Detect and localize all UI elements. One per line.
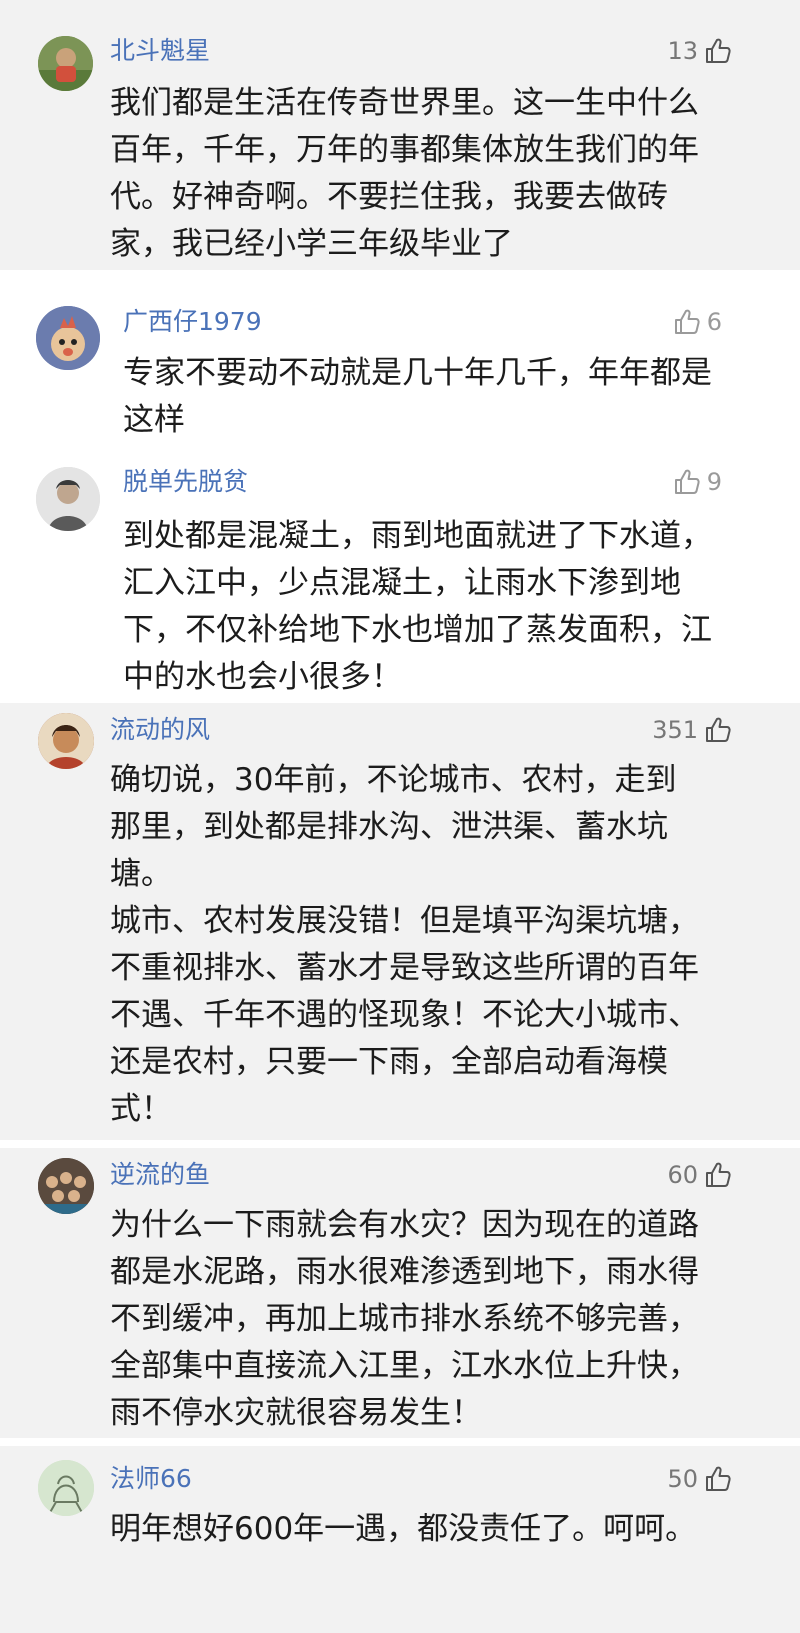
comment-line: 不重视排水、蓄水才是导致这些所谓的百年 (110, 950, 699, 986)
thumbs-up-icon (706, 717, 731, 742)
thumbs-up-icon (674, 309, 700, 334)
like-count: 60 (667, 1161, 698, 1189)
comment-line: 确切说，30年前，不论城市、农村，走到 (110, 762, 677, 798)
comment-line: 塘。 (110, 856, 172, 892)
comment-line: 这样 (123, 402, 185, 438)
avatar[interactable] (38, 1460, 94, 1516)
comment-text: 为什么一下雨就会有水灾？因为现在的道路 都是水泥路，雨水很难渗透到地下，雨水得 … (110, 1202, 699, 1437)
like-button[interactable]: 13 (667, 36, 732, 66)
comment-text: 明年想好600年一遇，都没责任了。呵呵。 (110, 1506, 696, 1553)
like-button[interactable]: 6 (673, 307, 722, 337)
comment-line: 那里，到处都是排水沟、泄洪渠、蓄水坑 (110, 809, 668, 845)
comment-card: 北斗魁星 13 我们都是生活在传奇世界里。这一生中什么 百年，千年，万年的事都集… (0, 0, 800, 270)
comment-text: 确切说，30年前，不论城市、农村，走到 那里，到处都是排水沟、泄洪渠、蓄水坑 塘… (110, 757, 699, 1133)
username[interactable]: 脱单先脱贫 (123, 467, 248, 497)
like-count: 351 (652, 716, 698, 744)
comment-line: 中的水也会小很多！ (123, 659, 402, 695)
comment-card: 流动的风 351 确切说，30年前，不论城市、农村，走到 那里，到处都是排水沟、… (0, 703, 800, 1140)
username[interactable]: 广西仔1979 (123, 307, 262, 337)
username[interactable]: 逆流的鱼 (110, 1160, 210, 1190)
avatar[interactable] (36, 306, 100, 370)
comment-card: 法师66 50 明年想好600年一遇，都没责任了。呵呵。 (0, 1446, 800, 1633)
username[interactable]: 法师66 (110, 1464, 192, 1494)
username[interactable]: 流动的风 (110, 715, 210, 745)
thumbs-up-icon (706, 38, 731, 63)
comment-line: 城市、农村发展没错！但是填平沟渠坑塘， (110, 903, 699, 939)
like-button[interactable]: 50 (667, 1464, 732, 1494)
comment-card: 逆流的鱼 60 为什么一下雨就会有水灾？因为现在的道路 都是水泥路，雨水很难渗透… (0, 1148, 800, 1438)
comment-line: 都是水泥路，雨水很难渗透到地下，雨水得 (110, 1254, 699, 1290)
comment-line: 式！ (110, 1091, 172, 1127)
comment-text: 到处都是混凝土，雨到地面就进了下水道， 汇入江中，少点混凝土，让雨水下渗到地 下… (123, 513, 712, 701)
avatar[interactable] (38, 1158, 94, 1214)
like-button[interactable]: 9 (673, 467, 722, 497)
like-button[interactable]: 60 (667, 1160, 732, 1190)
like-button[interactable]: 351 (652, 715, 732, 745)
thumbs-up-icon (706, 1162, 731, 1187)
like-count: 6 (706, 308, 722, 336)
comment-line: 为什么一下雨就会有水灾？因为现在的道路 (110, 1207, 699, 1243)
comment-line: 雨不停水灾就很容易发生！ (110, 1395, 482, 1431)
avatar[interactable] (36, 467, 100, 531)
comment-text: 专家不要动不动就是几十年几千，年年都是 这样 (123, 350, 712, 444)
comment-line: 还是农村，只要一下雨，全部启动看海模 (110, 1044, 668, 1080)
comment-line: 到处都是混凝土，雨到地面就进了下水道， (123, 518, 712, 554)
comment-line: 汇入江中，少点混凝土，让雨水下渗到地 (123, 565, 681, 601)
comment-card: 广西仔1979 6 专家不要动不动就是几十年几千，年年都是 这样 (0, 282, 800, 438)
comment-line: 下，不仅补给地下水也增加了蒸发面积，江 (123, 612, 712, 648)
avatar[interactable] (38, 713, 94, 769)
comment-line: 家，我已经小学三年级毕业了 (110, 226, 513, 262)
comment-line: 我们都是生活在传奇世界里。这一生中什么 (110, 85, 699, 121)
comment-line: 不遇、千年不遇的怪现象！不论大小城市、 (110, 997, 699, 1033)
comment-line: 全部集中直接流入江里，江水水位上升快， (110, 1348, 699, 1384)
thumbs-up-icon (706, 1466, 731, 1491)
comment-line: 百年，千年，万年的事都集体放生我们的年 (110, 132, 699, 168)
comment-text: 我们都是生活在传奇世界里。这一生中什么 百年，千年，万年的事都集体放生我们的年 … (110, 80, 699, 268)
comment-line: 不到缓冲，再加上城市排水系统不够完善， (110, 1301, 699, 1337)
username[interactable]: 北斗魁星 (110, 36, 210, 66)
thumbs-up-icon (674, 469, 700, 494)
comment-line: 明年想好600年一遇，都没责任了。呵呵。 (110, 1511, 697, 1547)
comment-card: 脱单先脱贫 9 到处都是混凝土，雨到地面就进了下水道， 汇入江中，少点混凝土，让… (0, 445, 800, 695)
like-count: 13 (667, 37, 698, 65)
like-count: 50 (667, 1465, 698, 1493)
avatar[interactable] (38, 36, 93, 91)
comment-line: 代。好神奇啊。不要拦住我，我要去做砖 (110, 179, 668, 215)
like-count: 9 (706, 468, 722, 496)
comment-line: 专家不要动不动就是几十年几千，年年都是 (123, 355, 712, 391)
